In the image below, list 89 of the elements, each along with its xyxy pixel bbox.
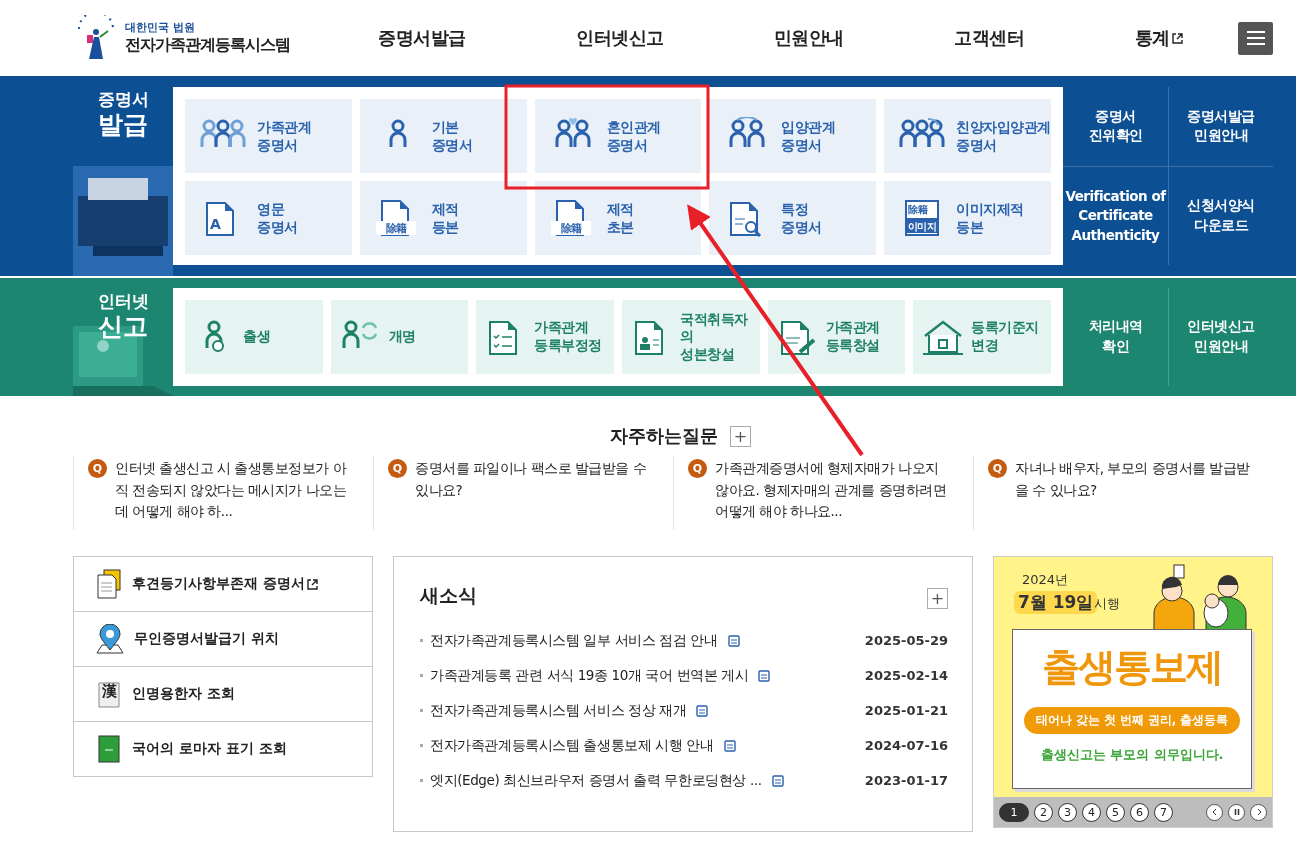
nav-link[interactable]: 고객센터 (954, 26, 1025, 50)
more-button[interactable]: + (927, 588, 948, 609)
news-date: 2024-07-16 (864, 738, 948, 753)
service-tile[interactable]: 국적취득자의 성본창설 (622, 300, 760, 374)
quick-link-label: 무인증명서발급기 위치 (134, 630, 279, 648)
menu-icon (1246, 31, 1265, 45)
question-badge: Q (388, 459, 407, 478)
service-tile[interactable]: 除籍 제적 초본 (534, 181, 702, 255)
document-icon (758, 669, 771, 682)
nav-link[interactable]: 통계 (1134, 26, 1183, 50)
quick-link[interactable]: 후견등기사항부존재 증명서 (74, 557, 372, 612)
service-tile[interactable]: 친양자입양관계 증명서 (884, 99, 1051, 173)
news-date: 2025-02-14 (864, 668, 948, 683)
logo-subtitle: 대한민국 법원 (125, 20, 196, 35)
service-tile[interactable]: 가족관계 등록부정정 (476, 300, 614, 374)
service-tile[interactable]: 가족관계 증명서 (185, 99, 352, 173)
question-badge: Q (688, 459, 707, 478)
service-tile[interactable]: 가족관계 등록창설 (767, 300, 906, 374)
more-button[interactable]: + (730, 425, 751, 447)
service-tile[interactable]: 입양관계 증명서 (709, 99, 877, 173)
page-dot[interactable]: 6 (1130, 802, 1149, 822)
side-link[interactable]: Verification of Certificate Authenticity (1063, 166, 1168, 265)
document-icon (727, 634, 740, 647)
nav-link[interactable]: 인터넷신고 (576, 26, 664, 50)
page-dot[interactable]: 2 (1034, 802, 1053, 822)
document-icon (771, 774, 784, 787)
side-link[interactable]: 인터넷신고 민원안내 (1168, 288, 1273, 386)
section-title: 발급 (98, 111, 148, 139)
news-title: 새소식 (420, 583, 477, 608)
news-link[interactable]: 엣지(Edge) 최신브라우저 증명서 출력 무한로딩현상 ... (430, 771, 762, 790)
faq-title: 자주하는질문 (610, 424, 718, 448)
document-icon (96, 569, 122, 599)
news-date: 2025-01-21 (864, 703, 948, 718)
service-tile[interactable]: 개명 (330, 300, 469, 374)
question-badge: Q (88, 459, 107, 478)
faq-link[interactable]: 인터넷 출생신고 시 출생통보정보가 아직 전송되지 않았다는 메시지가 나오는데 어떻게 해야 하... (115, 458, 351, 530)
document-icon (696, 704, 709, 717)
location-pin-icon (96, 624, 124, 654)
page-dot[interactable]: 3 (1058, 802, 1077, 822)
news-link[interactable]: 전자가족관계등록시스템 일부 서비스 점검 안내 (430, 631, 718, 650)
previous-button[interactable] (1206, 803, 1223, 821)
page-dot[interactable]: 7 (1154, 802, 1173, 822)
service-tile[interactable]: 除籍 이미지 이미지제적 등본 (884, 181, 1051, 255)
menu-button[interactable] (1238, 21, 1273, 55)
quick-link[interactable]: 漢 인명용한자 조회 (74, 667, 372, 722)
nav-link[interactable]: 증명서발급 (378, 26, 466, 50)
next-button[interactable] (1250, 803, 1267, 821)
service-tile[interactable]: A 영문 증명서 (185, 181, 352, 255)
page-dot[interactable]: 4 (1082, 802, 1101, 822)
site-title[interactable]: 전자가족관계등록시스템 (125, 35, 290, 56)
quick-link-label: 국어의 로마자 표기 조회 (132, 740, 287, 758)
book-icon: 漢 (96, 679, 122, 709)
news-date: 2025-05-29 (864, 633, 948, 648)
faq-link[interactable]: 가족관계증명서에 형제자매가 나오지 않아요. 형제자매의 관계를 증명하려면 어떻게 해야 하나요... (715, 458, 951, 530)
quick-link-label: 후견등기사항부존재 증명서 (132, 575, 318, 593)
side-link[interactable]: 증명서 진위확인 (1063, 87, 1168, 167)
faq-link[interactable]: 자녀나 배우자, 부모의 증명서를 발급받을 수 있나요? (1015, 458, 1251, 530)
book-icon (96, 734, 122, 764)
faq-link[interactable]: 증명서를 파일이나 팩스로 발급받을 수 있나요? (415, 458, 651, 530)
news-date: 2023-01-17 (864, 773, 948, 788)
news-link[interactable]: 가족관계등록 관련 서식 19종 10개 국어 번역본 게시 (430, 666, 749, 685)
service-tile[interactable]: 출생 (185, 300, 323, 374)
section-label: 증명서 (97, 88, 149, 111)
banner-year: 2024년 (1022, 571, 1069, 589)
side-link[interactable]: 처리내역 확인 (1063, 288, 1168, 386)
section-title: 신고 (98, 313, 148, 341)
banner-headline: 출생통보제 (1042, 644, 1222, 691)
side-link[interactable]: 신청서양식 다운로드 (1168, 166, 1273, 265)
quick-link[interactable]: 국어의 로마자 표기 조회 (74, 722, 372, 776)
service-tile[interactable]: 혼인관계 증명서 (534, 99, 702, 173)
side-link[interactable]: 증명서발급 민원안내 (1168, 87, 1273, 167)
chevron-left-icon (1210, 808, 1219, 816)
quick-link[interactable]: 무인증명서발급기 위치 (74, 612, 372, 667)
pause-button[interactable] (1228, 803, 1245, 821)
service-tile[interactable]: 除籍 제적 등본 (359, 181, 527, 255)
service-tile[interactable]: 특정 증명서 (709, 181, 877, 255)
news-link[interactable]: 전자가족관계등록시스템 출생통보제 시행 안내 (430, 736, 714, 755)
document-icon (723, 739, 736, 752)
service-tile[interactable]: 등록기준지 변경 (913, 300, 1051, 374)
banner-pill: 태어나 갖는 첫 번째 권리, 출생등록 (1023, 707, 1241, 734)
quick-link-label: 인명용한자 조회 (132, 685, 235, 703)
page-dot[interactable]: 5 (1106, 802, 1125, 822)
section-label: 인터넷 (97, 290, 149, 313)
nav-link[interactable]: 민원안내 (773, 26, 844, 50)
service-tile[interactable]: 기본 증명서 (359, 99, 527, 173)
banner-footer: 출생신고는 부모의 의무입니다. (1040, 746, 1224, 764)
pause-icon (1232, 808, 1241, 816)
news-link[interactable]: 전자가족관계등록시스템 서비스 정상 재개 (430, 701, 687, 720)
question-badge: Q (988, 459, 1007, 478)
